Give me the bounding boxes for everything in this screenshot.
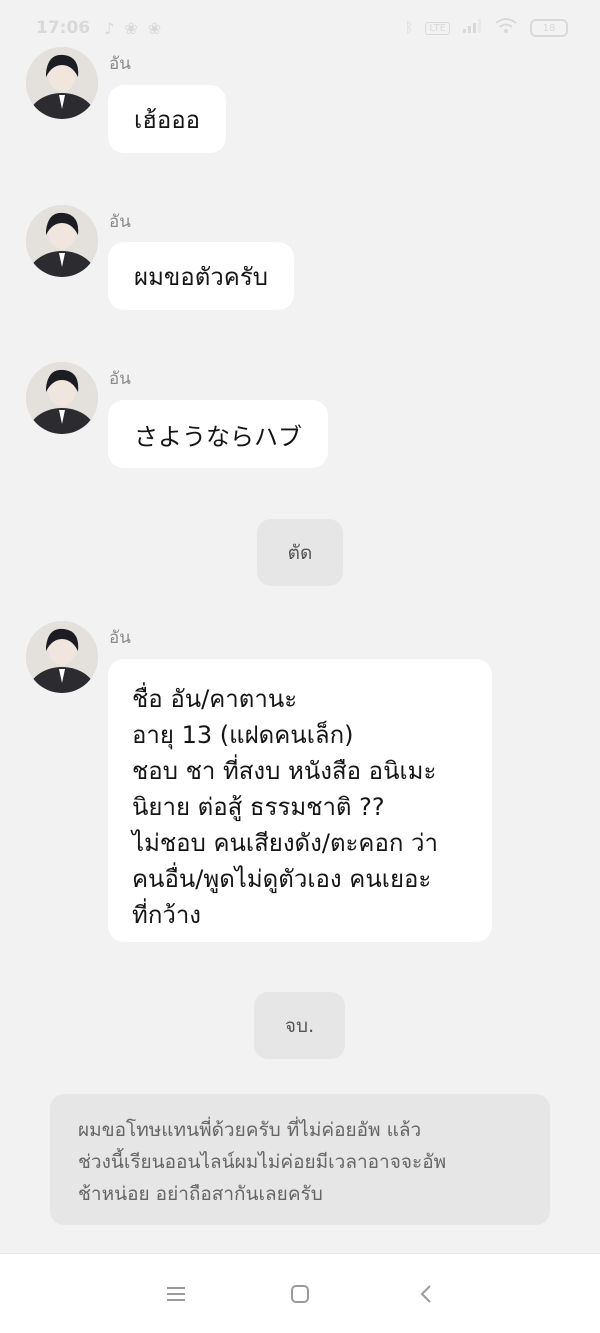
sender-name: อัน bbox=[109, 628, 131, 648]
message-bubble[interactable]: ผมขอตัวครับ bbox=[108, 242, 294, 310]
sender-name: อัน bbox=[109, 369, 131, 389]
message-bubble[interactable]: さようならハブ bbox=[108, 400, 328, 468]
paw-icon: ❀ bbox=[147, 18, 162, 38]
navigation-bar bbox=[0, 1253, 600, 1333]
back-icon[interactable] bbox=[414, 1282, 438, 1306]
home-icon[interactable] bbox=[288, 1282, 312, 1306]
status-left-icons: ♪ ❀ ❀ bbox=[104, 19, 161, 38]
sender-name: อัน bbox=[109, 212, 131, 232]
signal-icon bbox=[462, 18, 482, 38]
status-time: 17:06 bbox=[36, 18, 91, 38]
paw-icon: ❀ bbox=[124, 18, 138, 38]
notification-icon: ♪ bbox=[104, 18, 115, 38]
system-message: ตัด bbox=[257, 519, 343, 586]
network-type: LTE bbox=[425, 21, 450, 35]
message-bubble[interactable]: เฮ้อออ bbox=[108, 85, 227, 153]
status-right: ᛒ LTE 18 bbox=[405, 17, 568, 39]
menu-icon[interactable] bbox=[164, 1282, 188, 1306]
avatar[interactable] bbox=[26, 362, 98, 434]
status-bar: 17:06 ♪ ❀ ❀ ᛒ LTE 18 bbox=[0, 0, 600, 56]
bluetooth-icon: ᛒ bbox=[404, 20, 414, 36]
wifi-icon bbox=[494, 17, 518, 39]
system-message: จบ. bbox=[254, 992, 345, 1059]
avatar[interactable] bbox=[26, 621, 98, 693]
battery-indicator: 18 bbox=[530, 19, 568, 37]
avatar[interactable] bbox=[26, 205, 98, 277]
avatar[interactable] bbox=[26, 47, 98, 119]
message-bubble[interactable]: ชื่อ อัน/คาตานะ อายุ 13 (แฝดคนเล็ก) ชอบ … bbox=[108, 659, 492, 942]
sender-name: อัน bbox=[109, 54, 131, 74]
author-notice: ผมขอโทษแทนพี่ด้วยครับ ที่ไม่ค่อยอัพ แล้ว… bbox=[50, 1094, 550, 1225]
